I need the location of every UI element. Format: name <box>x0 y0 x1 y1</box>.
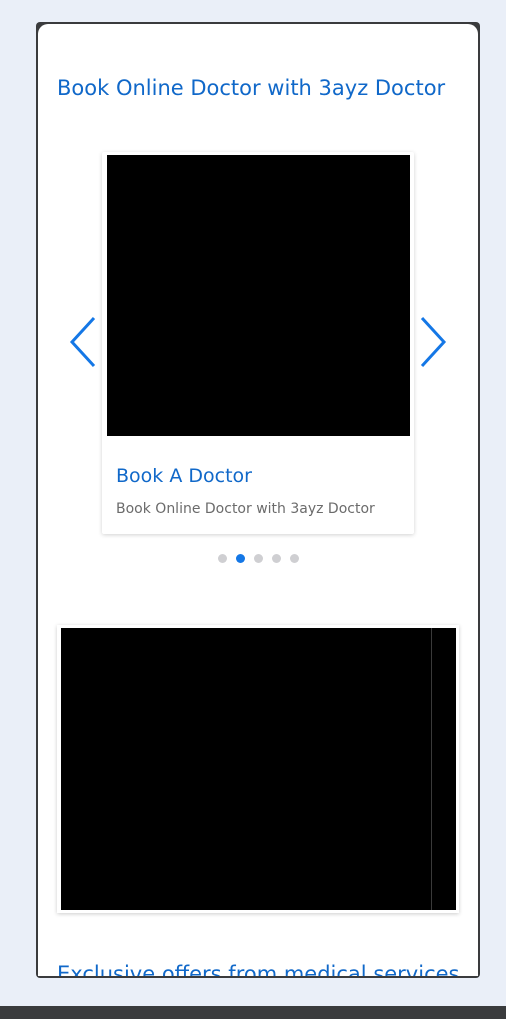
carousel-pagination <box>218 554 299 564</box>
carousel-dot-4[interactable] <box>272 554 281 563</box>
bottom-system-bar <box>0 1006 506 1019</box>
slide-title[interactable]: Book A Doctor <box>116 465 252 487</box>
banner-slide-divider <box>431 628 432 910</box>
promo-banner-card[interactable] <box>57 625 459 913</box>
chevron-right-icon[interactable] <box>416 316 448 370</box>
app-screen: Book Online Doctor with 3ayz Doctor Book… <box>38 24 478 976</box>
carousel-slide-card[interactable]: Book A Doctor Book Online Doctor with 3a… <box>102 152 414 534</box>
carousel-dot-5[interactable] <box>290 554 299 563</box>
services-carousel: Book A Doctor Book Online Doctor with 3a… <box>38 24 478 584</box>
slide-image <box>107 155 410 436</box>
chevron-left-icon[interactable] <box>68 316 100 370</box>
device-frame: Book Online Doctor with 3ayz Doctor Book… <box>36 22 480 978</box>
carousel-dot-1[interactable] <box>218 554 227 563</box>
carousel-dot-2-active[interactable] <box>236 554 245 563</box>
promo-banner-image <box>61 628 456 910</box>
slide-subtitle: Book Online Doctor with 3ayz Doctor <box>116 501 375 517</box>
offers-section-title: Exclusive offers from medical services <box>57 962 460 976</box>
carousel-dot-3[interactable] <box>254 554 263 563</box>
